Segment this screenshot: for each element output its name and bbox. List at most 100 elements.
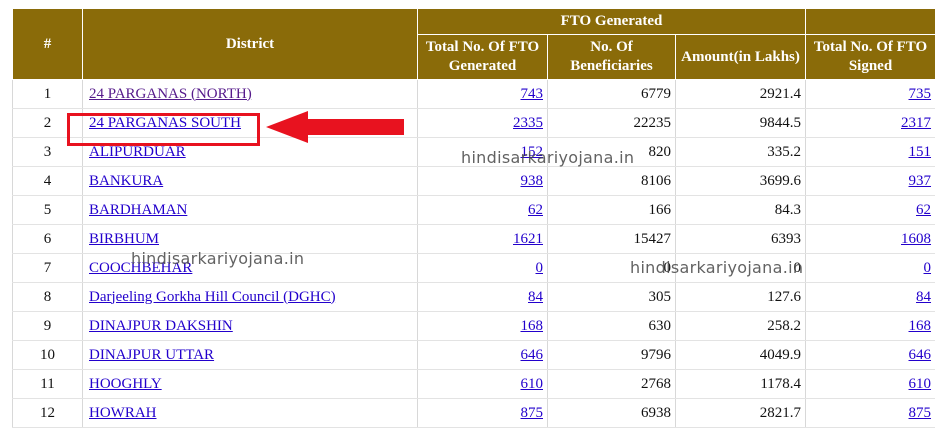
table-cell: 875 — [417, 398, 548, 428]
beneficiaries-value: 6938 — [641, 404, 671, 421]
amount-value: 2821.7 — [759, 404, 802, 421]
amount-value: 9844.5 — [759, 114, 802, 131]
table-cell: 1608 — [805, 224, 935, 254]
header-amount: Amount(in Lakhs) — [674, 34, 807, 80]
beneficiaries-value: 8106 — [641, 172, 671, 189]
table-cell: 938 — [417, 166, 548, 196]
watermark-text: hindisarkariyojana.in — [630, 258, 804, 277]
table-cell: 15427 — [547, 224, 676, 254]
table-cell: 2921.4 — [674, 79, 807, 109]
header-district: District — [82, 8, 418, 80]
table-row: 8 Darjeeling Gorkha Hill Council (DGHC) 84… — [12, 282, 935, 312]
district-link[interactable]: DINAJPUR UTTAR — [89, 347, 214, 363]
table-cell: 166 — [547, 195, 676, 225]
row-serial: 11 — [40, 375, 55, 392]
table-cell: 62 — [417, 195, 548, 225]
fto-signed-link[interactable]: 735 — [909, 86, 932, 102]
beneficiaries-value: 305 — [648, 288, 672, 305]
fto-signed-link[interactable]: 937 — [909, 173, 932, 189]
district-link[interactable]: 24 PARGANAS (NORTH) — [89, 86, 252, 102]
table-cell: 168 — [417, 311, 548, 341]
fto-signed-link[interactable]: 151 — [909, 144, 932, 160]
fto-signed-link[interactable]: 646 — [909, 347, 932, 363]
district-link[interactable]: BARDHAMAN — [89, 202, 187, 218]
fto-generated-link[interactable]: 646 — [521, 347, 544, 363]
table-cell: 6 — [12, 224, 83, 254]
fto-report-table: # District FTO Generated Total No. Of FT… — [12, 8, 935, 428]
table-cell: 937 — [805, 166, 935, 196]
table-cell: 12 — [12, 398, 83, 428]
table-row: 12 HOWRAH 875 6938 2821.7 875 — [12, 398, 935, 428]
fto-generated-link[interactable]: 1621 — [513, 231, 543, 247]
fto-signed-link[interactable]: 84 — [916, 289, 931, 305]
fto-signed-link[interactable]: 168 — [909, 318, 932, 334]
table-cell: 9796 — [547, 340, 676, 370]
district-link[interactable]: DINAJPUR DAKSHIN — [89, 318, 233, 334]
table-row: 1 24 PARGANAS (NORTH) 743 6779 2921.4 735 — [12, 79, 935, 109]
fto-signed-link[interactable]: 0 — [924, 260, 932, 276]
district-link[interactable]: BANKURA — [89, 173, 163, 189]
table-cell: 7 — [12, 253, 83, 283]
district-link[interactable]: HOOGHLY — [89, 376, 162, 392]
fto-generated-link[interactable]: 0 — [536, 260, 544, 276]
table-cell: 2317 — [805, 108, 935, 138]
amount-value: 4049.9 — [759, 346, 802, 363]
table-cell: 168 — [805, 311, 935, 341]
table-cell: HOOGHLY — [82, 369, 418, 399]
table-row: 9 DINAJPUR DAKSHIN 168 630 258.2 168 — [12, 311, 935, 341]
fto-generated-link[interactable]: 62 — [528, 202, 543, 218]
table-cell: DINAJPUR UTTAR — [82, 340, 418, 370]
table-cell: 24 PARGANAS (NORTH) — [82, 79, 418, 109]
fto-generated-link[interactable]: 2335 — [513, 115, 543, 131]
fto-signed-link[interactable]: 2317 — [901, 115, 931, 131]
fto-signed-link[interactable]: 875 — [909, 405, 932, 421]
fto-generated-link[interactable]: 610 — [521, 376, 544, 392]
row-serial: 5 — [43, 201, 52, 218]
beneficiaries-value: 630 — [648, 317, 672, 334]
table-cell: 335.2 — [674, 137, 807, 167]
table-cell: 630 — [547, 311, 676, 341]
table-cell: DINAJPUR DAKSHIN — [82, 311, 418, 341]
beneficiaries-value: 166 — [648, 201, 672, 218]
fto-signed-link[interactable]: 62 — [916, 202, 931, 218]
table-cell: 9 — [12, 311, 83, 341]
fto-signed-link[interactable]: 1608 — [901, 231, 931, 247]
beneficiaries-value: 9796 — [641, 346, 671, 363]
red-arrow-icon — [266, 111, 404, 143]
table-cell: 9844.5 — [674, 108, 807, 138]
beneficiaries-value: 22235 — [633, 114, 672, 131]
amount-value: 2921.4 — [759, 85, 802, 102]
table-cell: 2821.7 — [674, 398, 807, 428]
row-serial: 12 — [40, 404, 55, 421]
table-cell: 3699.6 — [674, 166, 807, 196]
fto-generated-link[interactable]: 875 — [521, 405, 544, 421]
table-cell: 2335 — [417, 108, 548, 138]
table-cell: 735 — [805, 79, 935, 109]
beneficiaries-value: 2768 — [641, 375, 671, 392]
beneficiaries-value: 6779 — [641, 85, 671, 102]
district-link[interactable]: HOWRAH — [89, 405, 157, 421]
fto-signed-link[interactable]: 610 — [909, 376, 932, 392]
table-cell: Darjeeling Gorkha Hill Council (DGHC) — [82, 282, 418, 312]
table-row: 4 BANKURA 938 8106 3699.6 937 — [12, 166, 935, 196]
fto-generated-link[interactable]: 168 — [521, 318, 544, 334]
table-cell: BANKURA — [82, 166, 418, 196]
fto-generated-link[interactable]: 938 — [521, 173, 544, 189]
table-cell: 151 — [805, 137, 935, 167]
fto-generated-link[interactable]: 743 — [521, 86, 544, 102]
beneficiaries-value: 820 — [648, 143, 672, 160]
table-cell: 2768 — [547, 369, 676, 399]
watermark-text: hindisarkariyojana.in — [461, 148, 635, 167]
table-cell: HOWRAH — [82, 398, 418, 428]
table-cell: 743 — [417, 79, 548, 109]
table-cell: 6938 — [547, 398, 676, 428]
table-cell: 0 — [417, 253, 548, 283]
table-cell: 84 — [417, 282, 548, 312]
row-serial: 4 — [43, 172, 52, 189]
district-link[interactable]: Darjeeling Gorkha Hill Council (DGHC) — [89, 289, 336, 305]
table-cell: 646 — [417, 340, 548, 370]
fto-generated-link[interactable]: 84 — [528, 289, 543, 305]
district-link[interactable]: BIRBHUM — [89, 231, 159, 247]
table-cell: 127.6 — [674, 282, 807, 312]
table-cell: 610 — [805, 369, 935, 399]
